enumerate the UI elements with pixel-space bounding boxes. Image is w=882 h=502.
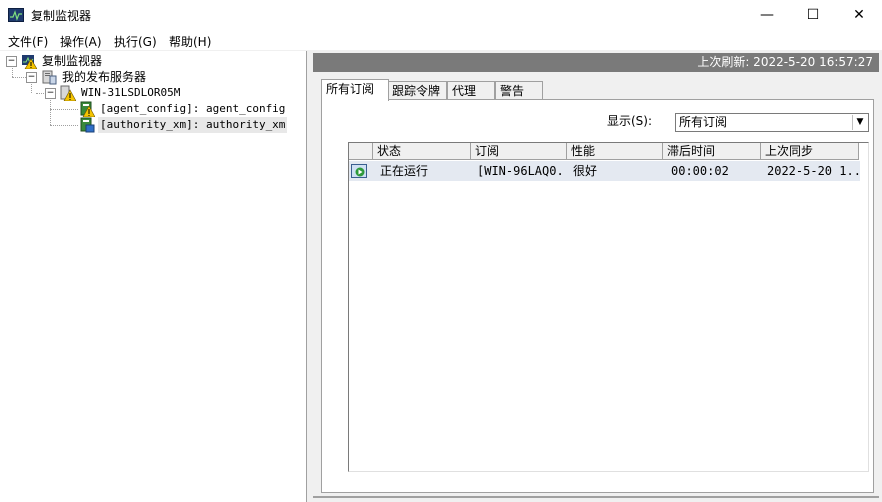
menu-help[interactable]: 帮助(H) [169, 33, 211, 50]
column-header-performance[interactable]: 性能 [567, 143, 663, 160]
dropdown-arrow-icon[interactable]: ▼ [852, 115, 867, 130]
tree-item-root[interactable]: − 复制监视器 [0, 53, 300, 69]
tree-pane: − 复制监视器 − 我的发布服务器 − WIN-31LSDLOR05M [age… [0, 51, 307, 502]
pane-bottom-border [313, 496, 879, 498]
minimize-button[interactable]: — [744, 0, 790, 30]
monitor-chart-icon [8, 8, 24, 22]
collapse-toggle[interactable]: − [6, 56, 17, 67]
last-refresh-text: 上次刷新: 2022-5-20 16:57:27 [697, 55, 873, 69]
show-filter-value: 所有订阅 [679, 115, 728, 129]
tab-all-subscriptions[interactable]: 所有订阅 [321, 79, 389, 101]
title-bar: 复制监视器 — ☐ ✕ [0, 0, 882, 30]
tab-warnings[interactable]: 警告 [495, 81, 543, 100]
detail-pane: 上次刷新: 2022-5-20 16:57:27 所有订阅 跟踪令牌 代理 警告… [313, 51, 882, 502]
warning-monitor-icon [22, 55, 37, 69]
warning-server-icon [60, 85, 76, 101]
cell-subscription: [WIN-96LAQ0... [477, 164, 565, 178]
column-header-last-sync[interactable]: 上次同步 [761, 143, 859, 160]
tree-label-publication: [agent_config]: agent_config [100, 102, 286, 115]
cell-performance: 很好 [573, 164, 598, 178]
server-group-icon [42, 70, 57, 85]
column-header-latency[interactable]: 滞后时间 [663, 143, 761, 160]
column-header-status[interactable]: 状态 [373, 143, 471, 160]
close-button[interactable]: ✕ [836, 0, 882, 30]
collapse-toggle[interactable]: − [26, 72, 37, 83]
running-icon [351, 164, 367, 178]
tab-panel: 显示(S): 所有订阅 ▼ 状态 订阅 性能 滞后时间 上次同步 正在运行 [W… [321, 99, 874, 493]
menu-go[interactable]: 执行(G) [114, 33, 157, 50]
subscriptions-grid: 状态 订阅 性能 滞后时间 上次同步 正在运行 [WIN-96LAQ0... 很… [348, 142, 869, 472]
tree-label-root: 复制监视器 [42, 54, 103, 68]
menu-action[interactable]: 操作(A) [60, 33, 102, 50]
cell-status: 正在运行 [380, 164, 429, 178]
menu-file[interactable]: 文件(F) [8, 33, 48, 50]
tree-label-publication: [authority_xm]: authority_xm [98, 117, 288, 133]
tree-item-publication[interactable]: [agent_config]: agent_config [0, 101, 300, 117]
cell-latency: 00:00:02 [671, 164, 729, 178]
show-filter-select[interactable]: 所有订阅 ▼ [675, 113, 869, 132]
tree-label-publisher-group: 我的发布服务器 [62, 70, 147, 84]
tree-label-server: WIN-31LSDLOR05M [81, 86, 181, 99]
pane-splitter[interactable] [307, 51, 312, 502]
show-filter-label: 显示(S): [607, 114, 653, 128]
menu-bar: 文件(F) 操作(A) 执行(G) 帮助(H) [0, 30, 882, 50]
tab-agents[interactable]: 代理 [447, 81, 495, 100]
warning-publication-icon [80, 101, 95, 117]
tree-item-server[interactable]: − WIN-31LSDLOR05M [0, 85, 300, 101]
column-header-icon[interactable] [349, 143, 373, 160]
collapse-toggle[interactable]: − [45, 88, 56, 99]
tree-item-publication-selected[interactable]: [authority_xm]: authority_xm [0, 117, 300, 133]
publication-icon [80, 117, 95, 133]
column-header-subscription[interactable]: 订阅 [471, 143, 567, 160]
refresh-status-bar: 上次刷新: 2022-5-20 16:57:27 [313, 53, 879, 72]
cell-last-sync: 2022-5-20 1... [767, 164, 859, 178]
window-title: 复制监视器 [31, 9, 92, 23]
tree-item-publisher-group[interactable]: − 我的发布服务器 [0, 69, 300, 85]
table-row[interactable]: 正在运行 [WIN-96LAQ0... 很好 00:00:02 2022-5-2… [349, 161, 860, 181]
maximize-button[interactable]: ☐ [790, 0, 836, 30]
tab-tracer-tokens[interactable]: 跟踪令牌 [387, 81, 447, 100]
